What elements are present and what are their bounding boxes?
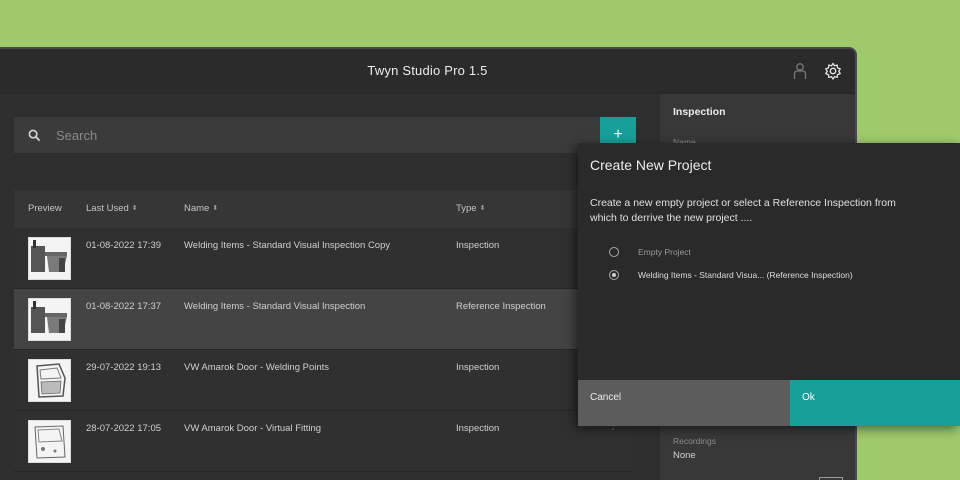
preview-thumbnail [28, 359, 71, 402]
table-header: Preview Last Used ⬍ Name ⬍ Type ⬍ [14, 190, 632, 228]
option-reference-inspection[interactable]: Welding Items - Standard Visua... (Refer… [609, 270, 853, 280]
table-row[interactable]: 29-07-2022 19:13 VW Amarok Door - Weldin… [14, 350, 632, 411]
project-list-area: + Preview Last Used⬍ Name⬍ Type⬍ [0, 94, 660, 480]
ok-button[interactable]: Ok [790, 380, 960, 426]
name-cell: Welding Items - Standard Visual Inspecti… [184, 301, 366, 312]
dialog-description: Create a new empty project or select a R… [590, 197, 896, 224]
last-used-cell: 01-08-2022 17:39 [86, 240, 162, 251]
last-used-cell: 28-07-2022 17:05 [86, 423, 162, 434]
type-cell: Inspection [456, 362, 500, 373]
user-icon[interactable] [792, 62, 808, 80]
cancel-button[interactable]: Cancel [578, 380, 790, 426]
recordings-label: Recordings [673, 436, 716, 446]
last-used-cell: 01-08-2022 17:37 [86, 301, 162, 312]
window-title: Twyn Studio Pro 1.5 [367, 63, 488, 78]
column-header-preview: Preview [28, 203, 62, 214]
preview-thumbnail [28, 298, 71, 341]
dialog-title: Create New Project [590, 157, 712, 173]
last-used-cell: 29-07-2022 19:13 [86, 362, 162, 373]
column-header-type[interactable]: Type ⬍ [456, 203, 485, 214]
option-empty-project[interactable]: Empty Project [609, 247, 691, 257]
search-icon [28, 129, 41, 141]
create-project-dialog: Create New Project Create a new empty pr… [578, 143, 960, 426]
title-bar: Twyn Studio Pro 1.5 [0, 49, 855, 94]
radio-button[interactable] [609, 247, 619, 257]
name-cell: VW Amarok Door - Welding Points [184, 362, 330, 373]
recordings-value: None [673, 450, 696, 461]
type-cell: Reference Inspection [456, 301, 546, 312]
gear-icon[interactable] [824, 62, 842, 80]
type-cell: Inspection [456, 423, 500, 434]
projects-table: Preview Last Used ⬍ Name ⬍ Type ⬍ 01-08-202… [14, 190, 632, 480]
preview-thumbnail [28, 420, 71, 463]
sort-icon[interactable]: ⬍ [212, 204, 218, 212]
sort-icon[interactable]: ⬍ [132, 204, 138, 212]
table-row[interactable]: 28-07-2022 17:05 VW Amarok Door - Virtua… [14, 411, 632, 472]
column-header-last-used[interactable]: Last Used ⬍ [86, 203, 138, 214]
plus-icon: + [613, 126, 623, 143]
search-bar[interactable] [14, 117, 600, 153]
column-header-name[interactable]: Name ⬍ [184, 203, 218, 214]
name-cell: VW Amarok Door - Virtual Fitting [184, 423, 322, 434]
search-input[interactable] [56, 127, 556, 143]
option-label: Empty Project [638, 247, 691, 257]
radio-button[interactable] [609, 270, 619, 280]
preview-thumbnail [28, 237, 71, 280]
side-panel-heading: Inspection [673, 106, 726, 118]
sort-icon[interactable]: ⬍ [480, 204, 486, 212]
name-cell: Welding Items - Standard Visual Inspecti… [184, 240, 391, 251]
type-cell: Inspection [456, 240, 500, 251]
option-label: Welding Items - Standard Visua... (Refer… [638, 270, 853, 280]
table-row[interactable]: 01-08-2022 17:37 Welding Items - Standar… [14, 289, 632, 350]
table-row[interactable]: 01-08-2022 17:39 Welding Items - Standar… [14, 228, 632, 289]
